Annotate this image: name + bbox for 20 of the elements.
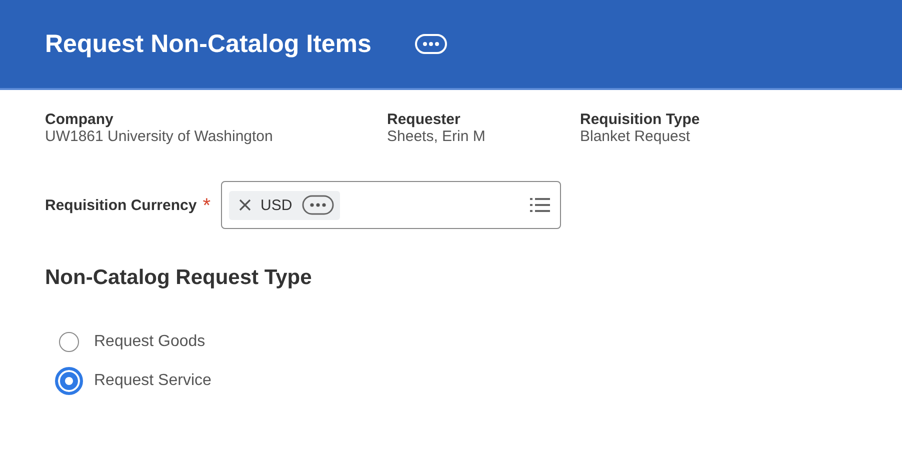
field-label: Company bbox=[45, 111, 114, 128]
currency-field[interactable]: USD bbox=[220, 181, 560, 229]
field-label: Requisition Type bbox=[580, 111, 700, 128]
more-options-button[interactable] bbox=[415, 34, 448, 54]
radio-button[interactable] bbox=[55, 367, 83, 395]
field-label: Requester bbox=[387, 111, 462, 128]
option-label: Request Service bbox=[94, 372, 212, 390]
chip-text: USD bbox=[260, 196, 292, 214]
field-label: Requisition Currency bbox=[45, 196, 197, 214]
more-options-icon[interactable] bbox=[302, 195, 334, 215]
required-mark: * bbox=[202, 194, 210, 218]
remove-icon[interactable] bbox=[238, 199, 250, 211]
page-title: Request Non-Catalog Items bbox=[45, 30, 372, 58]
radio-button[interactable] bbox=[59, 332, 79, 352]
field-value: UW1861 University of Washington bbox=[45, 128, 274, 145]
field-value: Sheets, Erin M bbox=[387, 128, 486, 145]
option-label: Request Goods bbox=[94, 333, 206, 351]
section-heading: Non-Catalog Request Type bbox=[45, 266, 313, 290]
field-value: Blanket Request bbox=[580, 128, 692, 145]
list-icon[interactable] bbox=[530, 197, 550, 213]
